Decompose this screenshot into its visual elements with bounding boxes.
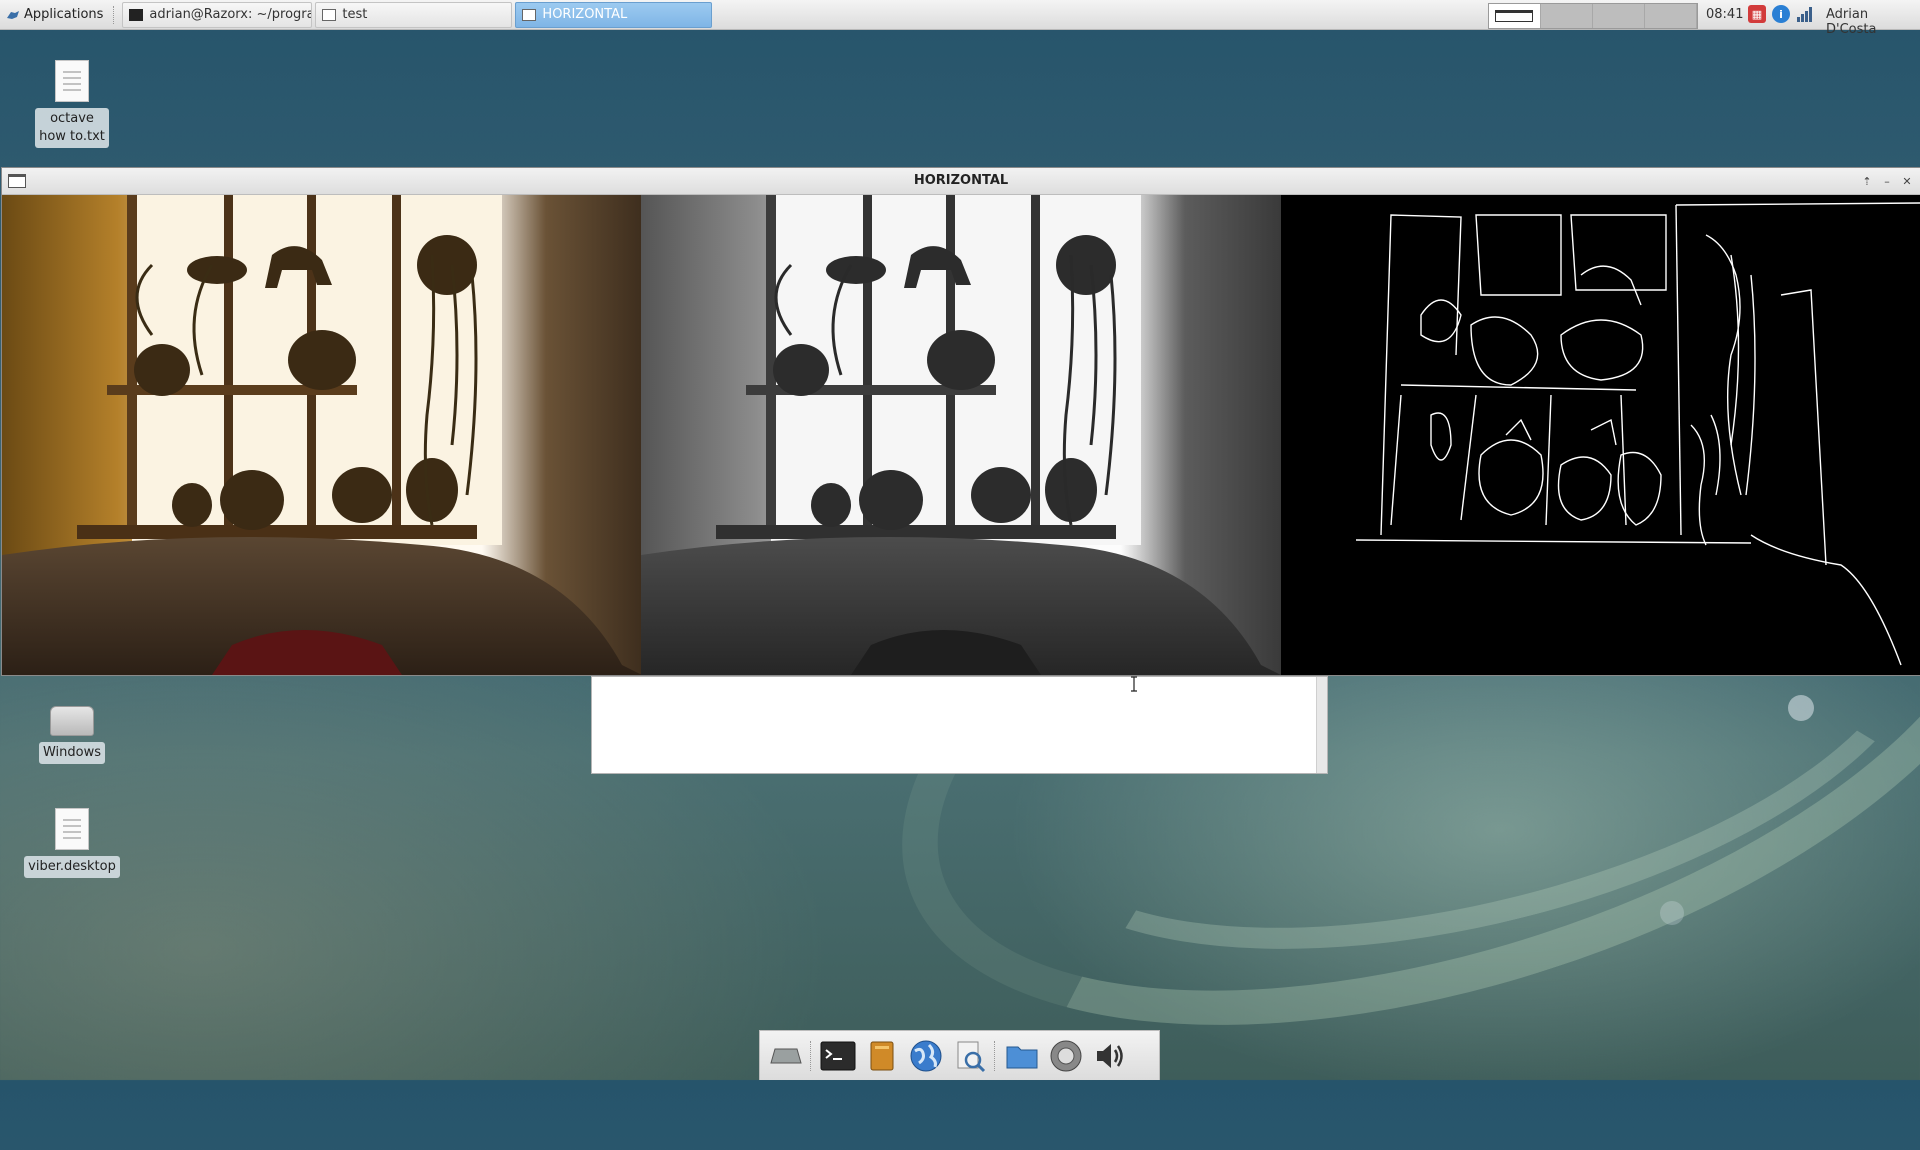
image-panes xyxy=(2,195,1920,675)
taskbar-item-label: HORIZONTAL xyxy=(542,7,628,22)
top-panel: Applications adrian@Razorx: ~/progra... … xyxy=(0,0,1920,37)
window-icon xyxy=(522,8,537,21)
window-icon xyxy=(322,8,337,21)
grayscale-camera-image xyxy=(641,195,1281,675)
system-tray: ▦ i xyxy=(1748,5,1814,23)
desktop-icon-windows[interactable]: Windows xyxy=(27,700,117,764)
wallpaper-dot xyxy=(1788,695,1814,721)
text-cursor-icon xyxy=(1131,676,1137,692)
user-name[interactable]: Adrian D'Costa xyxy=(1826,7,1920,37)
info-icon[interactable]: i xyxy=(1772,5,1790,23)
shade-icon[interactable]: ⇡ xyxy=(1858,172,1876,190)
taskbar-item-horizontal[interactable]: HORIZONTAL xyxy=(515,1,713,28)
calendar-icon[interactable]: ▦ xyxy=(1748,5,1766,23)
panel-separator xyxy=(113,5,118,24)
taskbar-item-label: adrian@Razorx: ~/progra... xyxy=(149,7,313,22)
terminal-icon[interactable] xyxy=(818,1036,858,1076)
desktop-icon-viber[interactable]: viber.desktop xyxy=(24,808,120,878)
edge-detection-image xyxy=(1280,195,1920,675)
workspace-switcher[interactable] xyxy=(1488,3,1698,29)
desktop-icon-label: Windows xyxy=(38,742,106,764)
search-icon[interactable] xyxy=(950,1036,990,1076)
desktop-icon-octave-how-to[interactable]: octave how to.txt xyxy=(27,60,117,148)
window-title: HORIZONTAL xyxy=(913,173,1009,188)
text-editor-window[interactable] xyxy=(591,676,1328,774)
taskbar-item-test[interactable]: test xyxy=(315,1,513,28)
scrollbar[interactable] xyxy=(1316,677,1327,773)
desktop-icon-label: octave how to.txt xyxy=(35,108,109,148)
drive-icon xyxy=(50,706,94,736)
workspace-2[interactable] xyxy=(1541,4,1593,28)
workspace-3[interactable] xyxy=(1593,4,1645,28)
horizontal-window[interactable]: HORIZONTAL ⇡ – ✕ xyxy=(1,167,1920,676)
web-browser-icon[interactable] xyxy=(906,1036,946,1076)
dock-separator xyxy=(994,1040,998,1071)
text-file-icon xyxy=(55,808,89,850)
workspace-1[interactable] xyxy=(1489,4,1541,28)
workspace-4[interactable] xyxy=(1645,4,1697,28)
taskbar-item-terminal[interactable]: adrian@Razorx: ~/progra... xyxy=(122,1,313,28)
terminal-icon xyxy=(129,8,144,21)
window-controls: ⇡ – ✕ xyxy=(1858,172,1916,190)
folder-icon[interactable] xyxy=(1002,1036,1042,1076)
wallpaper-dot xyxy=(1660,901,1684,925)
system-icon[interactable] xyxy=(1046,1036,1086,1076)
applications-menu-button[interactable]: Applications xyxy=(0,0,109,30)
desktop-icon-label: viber.desktop xyxy=(24,856,120,878)
minimize-icon[interactable]: – xyxy=(1878,172,1896,190)
text-file-icon xyxy=(55,60,89,102)
applications-label: Applications xyxy=(24,7,104,22)
file-manager-icon[interactable] xyxy=(862,1036,902,1076)
network-signal-icon[interactable] xyxy=(1796,5,1814,23)
color-camera-image xyxy=(2,195,642,675)
taskbar-item-label: test xyxy=(342,7,368,22)
close-icon[interactable]: ✕ xyxy=(1898,172,1916,190)
clock[interactable]: 08:41 xyxy=(1706,7,1743,22)
xfce-mouse-icon xyxy=(7,10,19,19)
dock-separator xyxy=(810,1040,814,1071)
window-titlebar[interactable]: HORIZONTAL ⇡ – ✕ xyxy=(2,168,1920,195)
show-desktop-icon[interactable] xyxy=(766,1036,806,1076)
volume-icon[interactable] xyxy=(1090,1036,1130,1076)
bottom-dock xyxy=(759,1030,1160,1080)
